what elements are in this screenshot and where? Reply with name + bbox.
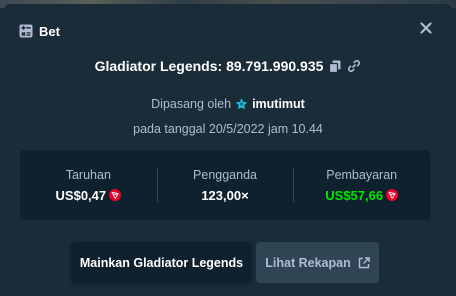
username-link[interactable]: imutimut (252, 97, 305, 111)
stat-payout-value-row: US$57,66 (325, 187, 399, 203)
link-button[interactable] (347, 59, 361, 73)
bet-stats-panel: Taruhan US$0,47 Pengganda 123,00× Pembay… (20, 150, 430, 220)
close-button[interactable] (418, 20, 434, 36)
tron-coin-icon (109, 189, 122, 201)
game-id-line: Gladiator Legends: 89.791.990.935 (4, 56, 452, 76)
copy-button[interactable] (329, 60, 341, 73)
stat-multiplier: Pengganda 123,00× (156, 150, 294, 220)
placed-on-line: pada tanggal 20/5/2022 jam 10.44 (4, 119, 452, 139)
copy-icon (329, 60, 341, 73)
bet-modal: Bet Gladiator Legends: 89.791.990.935 Di… (4, 4, 452, 296)
link-icon (348, 60, 361, 72)
stat-bet-label: Taruhan (65, 167, 111, 182)
stat-bet-value-row: US$0,47 (56, 188, 122, 203)
vip-badge-icon (235, 98, 248, 110)
stat-multiplier-value: 123,00× (201, 187, 249, 203)
view-replay-button[interactable]: Lihat Rekapan (256, 242, 379, 283)
stat-payout-label: Pembayaran (326, 167, 398, 182)
stat-bet-value: US$0,47 (55, 187, 107, 203)
placed-by-line: Dipasang oleh imutimut (4, 94, 452, 114)
stat-bet: Taruhan US$0,47 (20, 150, 157, 220)
modal-header: Bet (19, 21, 60, 41)
tron-coin-icon (386, 189, 399, 201)
placed-by-prefix: Dipasang oleh (151, 97, 232, 111)
stat-payout-value: US$57,66 (325, 187, 384, 203)
external-link-icon (358, 256, 370, 268)
view-replay-label: Lihat Rekapan (265, 255, 351, 270)
stat-multiplier-label: Pengganda (193, 167, 257, 182)
modal-title: Bet (39, 23, 60, 39)
bet-slip-icon (19, 24, 33, 38)
close-icon (420, 22, 432, 34)
stat-payout: Pembayaran US$57,66 (293, 150, 430, 220)
game-name-and-id: Gladiator Legends: 89.791.990.935 (94, 58, 324, 74)
placed-on-text: pada tanggal 20/5/2022 jam 10.44 (133, 122, 323, 136)
play-game-button[interactable]: Mainkan Gladiator Legends (71, 242, 252, 283)
